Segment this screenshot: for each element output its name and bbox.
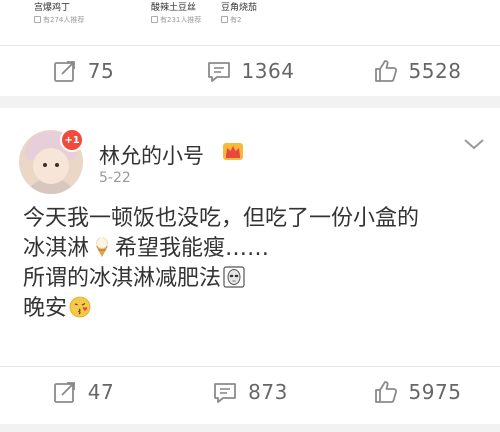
like-icon [374, 381, 397, 403]
post-line: 冰淇淋 希望我能瘦…… [23, 234, 483, 264]
comment-count: 873 [248, 380, 288, 404]
recipe-recommend-count: 有274人推荐 [34, 15, 84, 25]
like-count: 5975 [408, 380, 462, 404]
post-line: 今天我一顿饭也没吃，但吃了一份小盒的 [23, 204, 483, 234]
recipe-list: 宫爆鸡丁 有274人推荐 酸辣土豆丝 有231人推荐 豆角烧茄 有2 [0, 0, 500, 36]
like-icon [374, 60, 397, 82]
repost-icon [53, 382, 75, 403]
recipe-name: 酸辣土豆丝 [151, 3, 197, 13]
avatar-eye [55, 163, 59, 167]
kiss-emoji [69, 296, 91, 318]
recipe-meta-text: 有231人推荐 [160, 16, 202, 24]
notification-badge: +1 [60, 128, 84, 152]
repost-button[interactable]: 75 [0, 46, 166, 96]
recipe-name: 宫爆鸡丁 [34, 3, 71, 13]
recipe-recommend-count: 有2 [221, 15, 241, 25]
post-line-text: 所谓的冰淇淋减肥法 [23, 266, 222, 291]
repost-count: 75 [87, 59, 115, 83]
like-count: 5528 [408, 59, 462, 83]
post-line: 所谓的冰淇淋减肥法 [23, 264, 483, 294]
post-line-text: 晚安 [23, 296, 68, 321]
previous-post-card: 宫爆鸡丁 有274人推荐 酸辣土豆丝 有231人推荐 豆角烧茄 有2 75 13… [0, 0, 500, 96]
post-action-bar: 47 873 5975 [0, 366, 500, 416]
crown-icon [223, 143, 243, 160]
thumb-icon [34, 16, 41, 23]
post-line-text: 希望我能瘦…… [115, 236, 270, 261]
avatar-face [33, 148, 69, 184]
thumb-icon [221, 16, 228, 23]
comment-button[interactable]: 1364 [167, 46, 333, 96]
post-action-bar: 75 1364 5528 [0, 45, 500, 95]
post-line-text: 今天我一顿饭也没吃，但吃了一份小盒的 [23, 206, 420, 231]
username[interactable]: 林允的小号 [99, 140, 204, 170]
post-line: 晚安 [23, 294, 483, 324]
recipe-name: 豆角烧茄 [221, 3, 258, 13]
repost-button[interactable]: 47 [0, 367, 166, 417]
comment-count: 1364 [241, 59, 295, 83]
comment-icon [207, 62, 230, 82]
avatar-eye [43, 163, 47, 167]
comment-button[interactable]: 873 [167, 367, 333, 417]
like-button[interactable]: 5975 [334, 367, 500, 417]
recipe-meta-text: 有2 [230, 16, 242, 24]
like-button[interactable]: 5528 [334, 46, 500, 96]
recipe-meta-text: 有274人推荐 [43, 16, 85, 24]
ice-cream-emoji [96, 237, 109, 257]
alien-emoji [223, 266, 245, 288]
chevron-down-icon[interactable] [462, 136, 486, 152]
post-text: 今天我一顿饭也没吃，但吃了一份小盒的 冰淇淋 希望我能瘦…… 所谓的冰淇淋减肥法 … [23, 204, 483, 324]
repost-count: 47 [87, 380, 115, 404]
post-date: 5-22 [99, 170, 131, 186]
thumb-icon [151, 16, 158, 23]
recipe-recommend-count: 有231人推荐 [151, 15, 201, 25]
comment-icon [214, 383, 237, 403]
post-line-text: 冰淇淋 [23, 236, 90, 261]
post-card: +1 林允的小号 5-22 今天我一顿饭也没吃，但吃了一份小盒的 冰淇淋 希望我能… [0, 108, 500, 424]
repost-icon [53, 61, 75, 82]
